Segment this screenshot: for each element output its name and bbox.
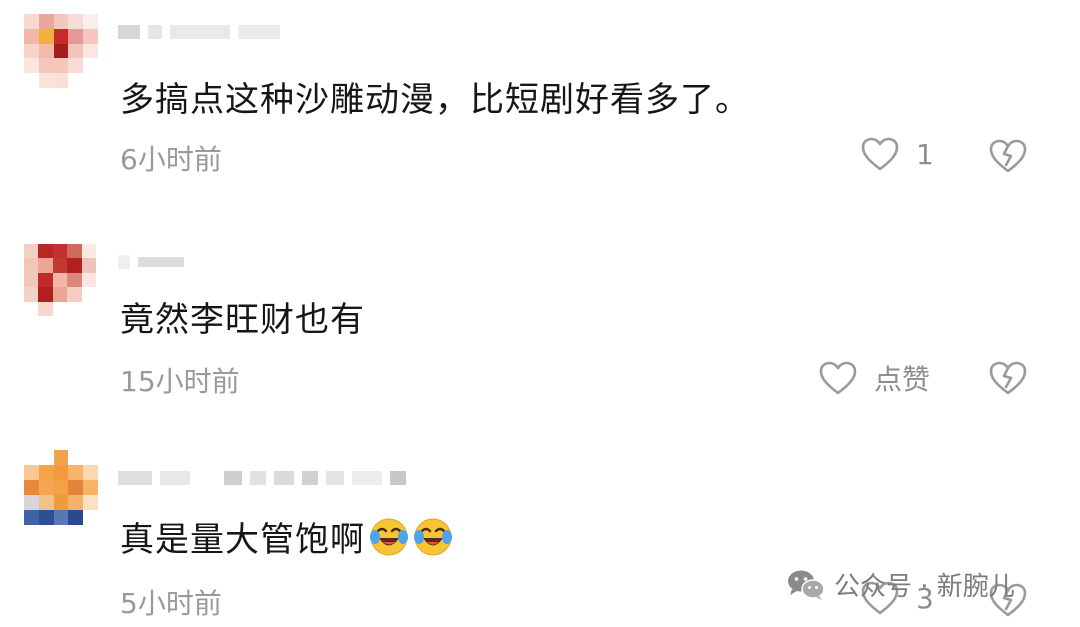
username[interactable] [118,252,184,272]
avatar[interactable] [24,14,98,88]
crying-laughing-emoji [370,518,408,556]
comment-time: 15小时前 [120,365,240,398]
like-count: 1 [916,137,934,171]
comment-text: 真是量大管饱啊 [120,512,453,561]
username[interactable] [118,22,280,42]
watermark-text: 公众号 · 新腕儿 [834,572,1015,602]
avatar[interactable] [24,450,98,540]
comment-time: 5小时前 [120,587,222,620]
watermark: 公众号 · 新腕儿 [786,566,1015,603]
username[interactable] [118,468,406,488]
crying-laughing-emoji [414,518,452,556]
wechat-icon [788,570,825,600]
like-count: 点赞 [874,363,931,396]
comment-text-content: 真是量大管饱啊 [120,520,365,560]
heart-icon [819,361,857,395]
like-button[interactable]: 1 [860,136,934,172]
dislike-icon[interactable] [988,138,1028,174]
like-button[interactable]: 点赞 [818,358,930,398]
avatar[interactable] [24,244,96,316]
comment-text: 多搞点这种沙雕动漫，比短剧好看多了。 [120,80,750,120]
heart-icon [861,137,899,171]
comment-text: 竟然李旺财也有 [120,300,365,340]
comment-time: 6小时前 [120,143,222,176]
dislike-icon[interactable] [988,360,1028,396]
